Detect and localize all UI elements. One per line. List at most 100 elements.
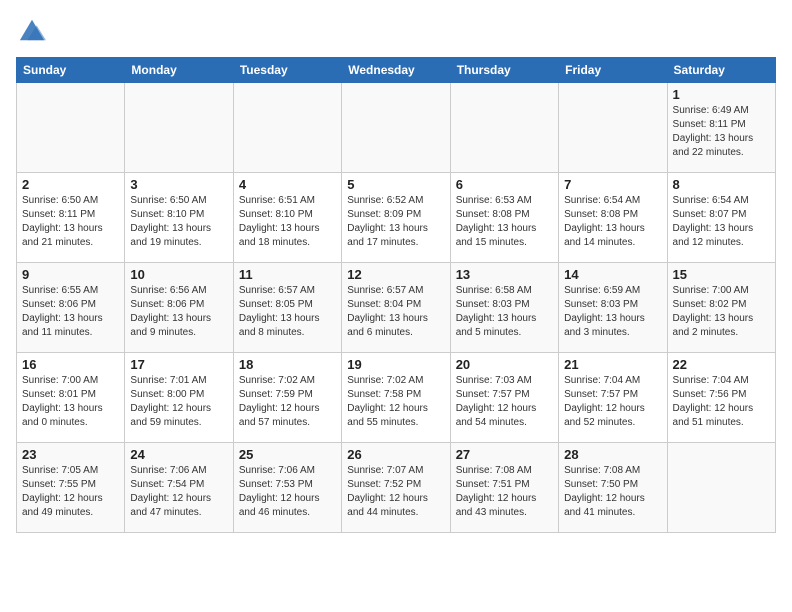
day-number: 10 xyxy=(130,267,227,282)
day-number: 18 xyxy=(239,357,336,372)
calendar-cell: 27 Sunrise: 7:08 AM Sunset: 7:51 PM Dayli… xyxy=(450,442,558,532)
day-info: Sunrise: 7:07 AM Sunset: 7:52 PM Dayligh… xyxy=(347,464,444,520)
calendar-cell: 5 Sunrise: 6:52 AM Sunset: 8:09 PM Daylig… xyxy=(342,172,450,262)
day-number: 9 xyxy=(22,267,119,282)
day-info: Sunrise: 6:56 AM Sunset: 8:06 PM Dayligh… xyxy=(130,284,227,340)
calendar-week-row: 16 Sunrise: 7:00 AM Sunset: 8:01 PM Dayli… xyxy=(17,352,776,442)
day-number: 3 xyxy=(130,177,227,192)
calendar-cell: 7 Sunrise: 6:54 AM Sunset: 8:08 PM Daylig… xyxy=(559,172,667,262)
calendar-cell: 24 Sunrise: 7:06 AM Sunset: 7:54 PM Dayli… xyxy=(125,442,233,532)
day-info: Sunrise: 7:03 AM Sunset: 7:57 PM Dayligh… xyxy=(456,374,553,430)
calendar-cell: 12 Sunrise: 6:57 AM Sunset: 8:04 PM Dayli… xyxy=(342,262,450,352)
day-info: Sunrise: 6:58 AM Sunset: 8:03 PM Dayligh… xyxy=(456,284,553,340)
calendar-cell xyxy=(233,82,341,172)
day-number: 12 xyxy=(347,267,444,282)
day-info: Sunrise: 6:50 AM Sunset: 8:10 PM Dayligh… xyxy=(130,194,227,250)
calendar-cell xyxy=(450,82,558,172)
calendar-cell: 21Sunrise: 7:04 AM Sunset: 7:57 PM Dayli… xyxy=(559,352,667,442)
day-number: 24 xyxy=(130,447,227,462)
weekday-header-friday: Friday xyxy=(559,57,667,82)
calendar-cell: 10 Sunrise: 6:56 AM Sunset: 8:06 PM Dayli… xyxy=(125,262,233,352)
day-info: Sunrise: 7:06 AM Sunset: 7:53 PM Dayligh… xyxy=(239,464,336,520)
calendar-week-row: 1 Sunrise: 6:49 AM Sunset: 8:11 PM Daylig… xyxy=(17,82,776,172)
calendar-cell: 18 Sunrise: 7:02 AM Sunset: 7:59 PM Dayli… xyxy=(233,352,341,442)
calendar-cell: 1 Sunrise: 6:49 AM Sunset: 8:11 PM Daylig… xyxy=(667,82,775,172)
calendar-cell xyxy=(342,82,450,172)
calendar-table: SundayMondayTuesdayWednesdayThursdayFrid… xyxy=(16,57,776,533)
calendar-cell: 20 Sunrise: 7:03 AM Sunset: 7:57 PM Dayli… xyxy=(450,352,558,442)
weekday-header-thursday: Thursday xyxy=(450,57,558,82)
calendar-cell xyxy=(559,82,667,172)
day-info: Sunrise: 7:00 AM Sunset: 8:02 PM Dayligh… xyxy=(673,284,770,340)
day-info: Sunrise: 6:55 AM Sunset: 8:06 PM Dayligh… xyxy=(22,284,119,340)
calendar-cell: 23 Sunrise: 7:05 AM Sunset: 7:55 PM Dayli… xyxy=(17,442,125,532)
calendar-cell: 8Sunrise: 6:54 AM Sunset: 8:07 PM Daylig… xyxy=(667,172,775,262)
day-number: 11 xyxy=(239,267,336,282)
calendar-cell: 2 Sunrise: 6:50 AM Sunset: 8:11 PM Daylig… xyxy=(17,172,125,262)
calendar-week-row: 23 Sunrise: 7:05 AM Sunset: 7:55 PM Dayli… xyxy=(17,442,776,532)
calendar-cell: 19 Sunrise: 7:02 AM Sunset: 7:58 PM Dayli… xyxy=(342,352,450,442)
calendar-cell xyxy=(125,82,233,172)
day-number: 27 xyxy=(456,447,553,462)
day-info: Sunrise: 6:52 AM Sunset: 8:09 PM Dayligh… xyxy=(347,194,444,250)
day-number: 20 xyxy=(456,357,553,372)
day-info: Sunrise: 7:01 AM Sunset: 8:00 PM Dayligh… xyxy=(130,374,227,430)
day-number: 22 xyxy=(673,357,770,372)
day-number: 19 xyxy=(347,357,444,372)
calendar-cell: 16 Sunrise: 7:00 AM Sunset: 8:01 PM Dayli… xyxy=(17,352,125,442)
day-number: 15 xyxy=(673,267,770,282)
day-number: 17 xyxy=(130,357,227,372)
logo xyxy=(16,16,46,49)
day-info: Sunrise: 7:02 AM Sunset: 7:59 PM Dayligh… xyxy=(239,374,336,430)
day-info: Sunrise: 6:49 AM Sunset: 8:11 PM Dayligh… xyxy=(673,104,770,160)
day-number: 23 xyxy=(22,447,119,462)
day-info: Sunrise: 6:54 AM Sunset: 8:08 PM Dayligh… xyxy=(564,194,661,250)
day-info: Sunrise: 7:04 AM Sunset: 7:56 PM Dayligh… xyxy=(673,374,770,430)
day-number: 2 xyxy=(22,177,119,192)
calendar-cell: 4 Sunrise: 6:51 AM Sunset: 8:10 PM Daylig… xyxy=(233,172,341,262)
day-number: 25 xyxy=(239,447,336,462)
day-info: Sunrise: 6:57 AM Sunset: 8:04 PM Dayligh… xyxy=(347,284,444,340)
calendar-header-row: SundayMondayTuesdayWednesdayThursdayFrid… xyxy=(17,57,776,82)
day-number: 4 xyxy=(239,177,336,192)
day-number: 26 xyxy=(347,447,444,462)
calendar-cell: 17 Sunrise: 7:01 AM Sunset: 8:00 PM Dayli… xyxy=(125,352,233,442)
calendar-cell: 15 Sunrise: 7:00 AM Sunset: 8:02 PM Dayli… xyxy=(667,262,775,352)
calendar-week-row: 2 Sunrise: 6:50 AM Sunset: 8:11 PM Daylig… xyxy=(17,172,776,262)
day-info: Sunrise: 7:00 AM Sunset: 8:01 PM Dayligh… xyxy=(22,374,119,430)
weekday-header-saturday: Saturday xyxy=(667,57,775,82)
day-info: Sunrise: 7:05 AM Sunset: 7:55 PM Dayligh… xyxy=(22,464,119,520)
day-info: Sunrise: 7:08 AM Sunset: 7:50 PM Dayligh… xyxy=(564,464,661,520)
day-info: Sunrise: 7:02 AM Sunset: 7:58 PM Dayligh… xyxy=(347,374,444,430)
calendar-cell: 11 Sunrise: 6:57 AM Sunset: 8:05 PM Dayli… xyxy=(233,262,341,352)
day-number: 16 xyxy=(22,357,119,372)
day-number: 7 xyxy=(564,177,661,192)
day-info: Sunrise: 6:57 AM Sunset: 8:05 PM Dayligh… xyxy=(239,284,336,340)
day-info: Sunrise: 6:51 AM Sunset: 8:10 PM Dayligh… xyxy=(239,194,336,250)
calendar-cell: 26 Sunrise: 7:07 AM Sunset: 7:52 PM Dayli… xyxy=(342,442,450,532)
calendar-cell: 25 Sunrise: 7:06 AM Sunset: 7:53 PM Dayli… xyxy=(233,442,341,532)
calendar-cell: 9 Sunrise: 6:55 AM Sunset: 8:06 PM Daylig… xyxy=(17,262,125,352)
day-info: Sunrise: 6:50 AM Sunset: 8:11 PM Dayligh… xyxy=(22,194,119,250)
calendar-cell: 13 Sunrise: 6:58 AM Sunset: 8:03 PM Dayli… xyxy=(450,262,558,352)
day-number: 28 xyxy=(564,447,661,462)
day-info: Sunrise: 6:59 AM Sunset: 8:03 PM Dayligh… xyxy=(564,284,661,340)
weekday-header-wednesday: Wednesday xyxy=(342,57,450,82)
day-info: Sunrise: 7:06 AM Sunset: 7:54 PM Dayligh… xyxy=(130,464,227,520)
day-number: 14 xyxy=(564,267,661,282)
day-number: 6 xyxy=(456,177,553,192)
day-info: Sunrise: 7:08 AM Sunset: 7:51 PM Dayligh… xyxy=(456,464,553,520)
weekday-header-monday: Monday xyxy=(125,57,233,82)
day-number: 1 xyxy=(673,87,770,102)
page-header xyxy=(16,16,776,49)
calendar-cell xyxy=(17,82,125,172)
calendar-cell: 3 Sunrise: 6:50 AM Sunset: 8:10 PM Daylig… xyxy=(125,172,233,262)
day-number: 13 xyxy=(456,267,553,282)
day-info: Sunrise: 6:53 AM Sunset: 8:08 PM Dayligh… xyxy=(456,194,553,250)
day-number: 5 xyxy=(347,177,444,192)
day-info: Sunrise: 6:54 AM Sunset: 8:07 PM Dayligh… xyxy=(673,194,770,250)
weekday-header-tuesday: Tuesday xyxy=(233,57,341,82)
calendar-cell: 14 Sunrise: 6:59 AM Sunset: 8:03 PM Dayli… xyxy=(559,262,667,352)
calendar-week-row: 9 Sunrise: 6:55 AM Sunset: 8:06 PM Daylig… xyxy=(17,262,776,352)
calendar-cell: 6 Sunrise: 6:53 AM Sunset: 8:08 PM Daylig… xyxy=(450,172,558,262)
